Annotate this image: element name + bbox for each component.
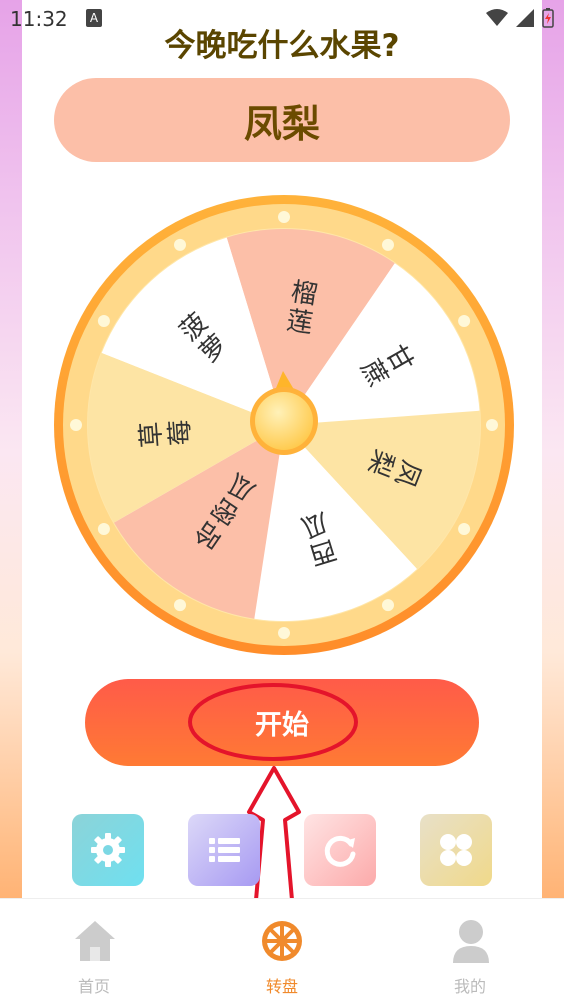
rim-bulb [278, 211, 290, 223]
pointer-hub-center [255, 392, 313, 450]
rim-bulb [382, 238, 394, 251]
grid-button[interactable] [420, 814, 492, 886]
tab-mine-label: 我的 [453, 977, 486, 996]
rim-bulb [278, 627, 290, 639]
rim-bulb [97, 315, 110, 327]
page-title: 今晚吃什么水果? [164, 28, 400, 64]
refresh-button[interactable] [304, 814, 376, 886]
tab-wheel-label: 转盘 [265, 977, 298, 996]
fruit-wheel[interactable]: 榴莲甘蔗凤梨西瓜哈密瓜草莓菠萝 [52, 193, 516, 657]
bottom-tab-bar: 首页 转盘 我的 [0, 898, 564, 1004]
tab-mine[interactable]: 我的 [410, 899, 530, 1004]
rim-bulb [458, 315, 471, 327]
rim-bulb [97, 523, 110, 535]
rim-bulb [174, 238, 186, 251]
settings-icon [91, 833, 125, 867]
rim-bulb [70, 419, 82, 431]
list-button[interactable] [188, 814, 260, 886]
start-button-label: 开始 [255, 710, 309, 741]
rim-bulb [174, 599, 186, 612]
tab-home-label: 首页 [77, 977, 110, 996]
svg-text:莲: 莲 [285, 306, 315, 340]
rim-bulb [382, 599, 394, 612]
user-icon [453, 920, 489, 963]
svg-text:草: 草 [136, 421, 168, 449]
home-icon [75, 921, 115, 961]
grid-icon [440, 834, 472, 866]
result-text: 凤梨 [243, 101, 320, 146]
wheel-segment-label: 草莓 [136, 418, 197, 448]
rim-bulb [486, 419, 498, 431]
result-display: 凤梨 [54, 78, 510, 162]
svg-text:莓: 莓 [165, 418, 197, 446]
tab-wheel[interactable]: 转盘 [222, 899, 342, 1004]
refresh-icon [324, 835, 356, 867]
tab-home[interactable]: 首页 [34, 899, 154, 1004]
start-button[interactable]: 开始 [85, 679, 479, 766]
list-icon [209, 838, 240, 862]
rim-bulb [458, 523, 471, 535]
wheel-icon [262, 921, 302, 961]
settings-button[interactable] [72, 814, 144, 886]
